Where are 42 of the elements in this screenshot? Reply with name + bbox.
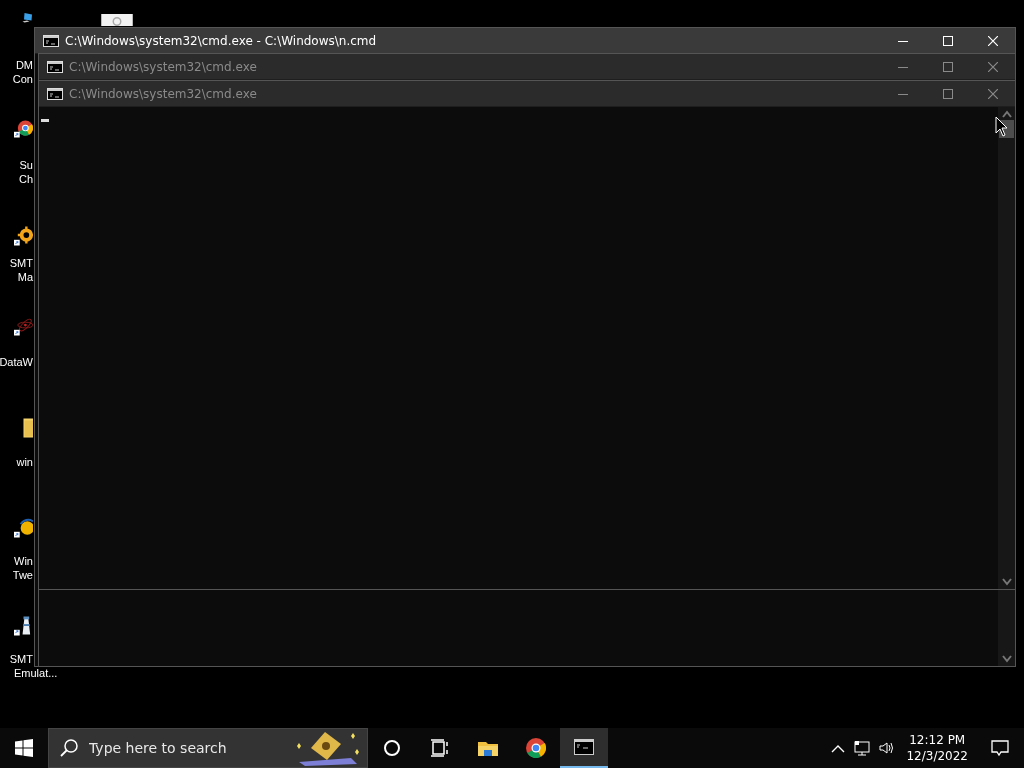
text-cursor — [41, 119, 49, 122]
icon-label: Twe — [12, 568, 33, 582]
search-box[interactable]: Type here to search — [48, 728, 368, 768]
icon-label: Ma — [17, 270, 33, 284]
console-icon — [43, 34, 59, 47]
close-icon — [987, 88, 998, 99]
icon-label: Win — [14, 554, 33, 568]
scrollbar[interactable] — [998, 107, 1015, 589]
scroll-down-icon[interactable] — [1001, 655, 1012, 663]
window-title: C:\Windows\system32\cmd.exe - C:\Windows\n.cmd — [65, 33, 377, 48]
console-icon — [47, 60, 63, 73]
maximize-icon — [942, 35, 953, 46]
icon-label: Emulat... — [14, 666, 58, 680]
scroll-down-icon[interactable] — [1001, 578, 1012, 586]
icon-label: SMT — [9, 652, 33, 666]
icon-label: DataW — [0, 355, 33, 369]
network-icon — [854, 740, 871, 756]
icon-label: Su — [19, 158, 33, 172]
chrome-icon — [526, 738, 546, 758]
close-icon — [987, 61, 998, 72]
message-icon — [990, 738, 1010, 758]
maximize-icon — [942, 61, 953, 72]
icon-label: Ch — [18, 172, 33, 186]
windows-icon — [15, 739, 33, 757]
scroll-up-icon[interactable] — [1001, 110, 1012, 118]
clock-button[interactable]: 12:12 PM 12/3/2022 — [898, 728, 976, 768]
cortana-icon — [382, 738, 402, 758]
window-title: C:\Windows\system32\cmd.exe — [69, 86, 257, 101]
console-icon — [574, 737, 594, 757]
search-icon — [59, 738, 79, 758]
close-icon — [987, 35, 998, 46]
icon-label: Con — [12, 72, 33, 86]
icon-label: DM — [15, 58, 33, 72]
icon-label: SMT — [9, 256, 33, 270]
console-icon — [47, 87, 63, 100]
search-input[interactable]: Type here to search — [87, 739, 291, 757]
speaker-icon — [878, 740, 895, 756]
maximize-icon — [942, 88, 953, 99]
task-view-icon — [430, 738, 450, 758]
icon-label: win — [16, 455, 33, 469]
window-title: C:\Windows\system32\cmd.exe — [69, 59, 257, 74]
taskbar-app-button[interactable] — [560, 728, 608, 768]
